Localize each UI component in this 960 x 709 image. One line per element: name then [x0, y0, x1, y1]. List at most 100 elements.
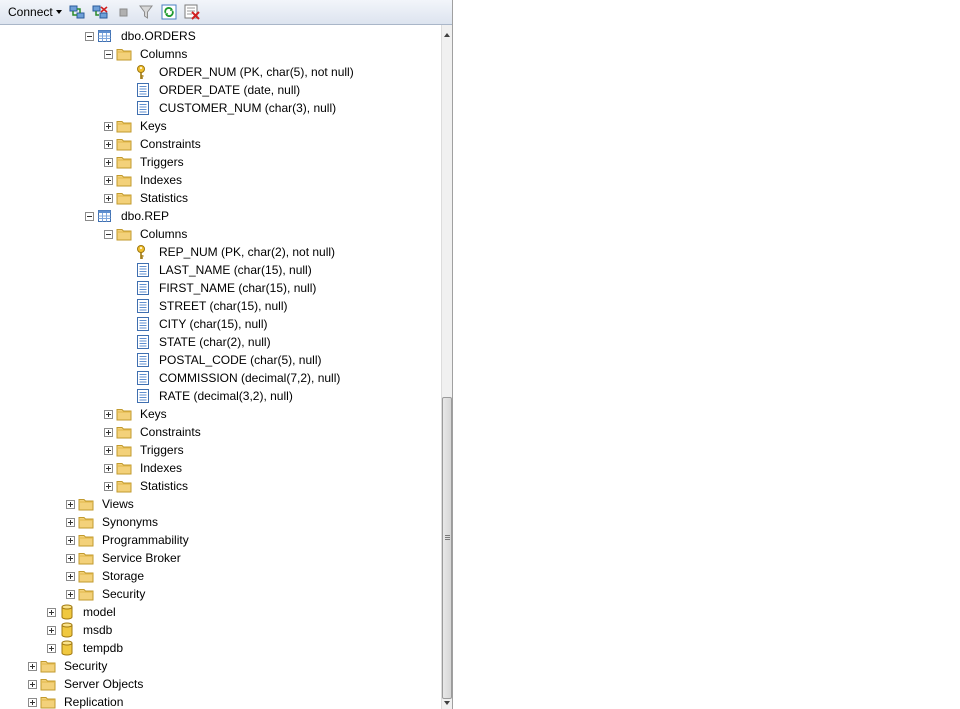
tree-node[interactable]: Views [0, 495, 440, 513]
vertical-scrollbar[interactable] [441, 25, 452, 709]
tree-node[interactable]: LAST_NAME (char(15), null) [0, 261, 440, 279]
tree-node[interactable]: dbo.ORDERS [0, 27, 440, 45]
tree-node[interactable]: Synonyms [0, 513, 440, 531]
folder-icon [78, 586, 94, 602]
tree-node[interactable]: Triggers [0, 441, 440, 459]
refresh-icon[interactable] [160, 3, 179, 22]
collapse-minus-icon[interactable] [104, 230, 113, 239]
tree-node-label: Statistics [140, 479, 189, 493]
collapse-minus-icon[interactable] [104, 50, 113, 59]
folder-icon [116, 424, 132, 440]
tree-node[interactable]: Columns [0, 225, 440, 243]
tree-node[interactable]: ORDER_DATE (date, null) [0, 81, 440, 99]
tree-node[interactable]: Server Objects [0, 675, 440, 693]
tree-node-label: Views [102, 497, 134, 511]
expand-plus-icon[interactable] [104, 176, 113, 185]
tree-node-label: STREET (char(15), null) [159, 299, 288, 313]
tree-node[interactable]: Constraints [0, 135, 440, 153]
tree-node[interactable]: Programmability [0, 531, 440, 549]
collapse-minus-icon[interactable] [85, 32, 94, 41]
expand-plus-icon[interactable] [47, 626, 56, 635]
expand-plus-icon[interactable] [104, 140, 113, 149]
column-icon [135, 334, 151, 350]
database-icon [59, 622, 75, 638]
tree-node-label: RATE (decimal(3,2), null) [159, 389, 293, 403]
tree-node[interactable]: Keys [0, 117, 440, 135]
expand-plus-icon[interactable] [66, 554, 75, 563]
folder-icon [116, 118, 132, 134]
tree-node[interactable]: STREET (char(15), null) [0, 297, 440, 315]
tree-node-label: ORDER_DATE (date, null) [159, 83, 301, 97]
expand-plus-icon[interactable] [104, 122, 113, 131]
tree-node[interactable]: Indexes [0, 171, 440, 189]
close-connection-icon[interactable] [183, 3, 202, 22]
tree-node[interactable]: Replication [0, 693, 440, 709]
tree-node-label: Server Objects [64, 677, 144, 691]
tree-node-label: Service Broker [102, 551, 181, 565]
expand-plus-icon[interactable] [104, 446, 113, 455]
tree-node[interactable]: model [0, 603, 440, 621]
expand-plus-icon[interactable] [66, 572, 75, 581]
tree-node[interactable]: ORDER_NUM (PK, char(5), not null) [0, 63, 440, 81]
tree-node[interactable]: Statistics [0, 477, 440, 495]
stop-icon[interactable] [114, 3, 133, 22]
expand-plus-icon[interactable] [66, 536, 75, 545]
tree-node[interactable]: msdb [0, 621, 440, 639]
key-icon [135, 64, 151, 80]
collapse-minus-icon[interactable] [85, 212, 94, 221]
tree-node[interactable]: FIRST_NAME (char(15), null) [0, 279, 440, 297]
database-icon [59, 640, 75, 656]
expand-plus-icon[interactable] [28, 680, 37, 689]
tree-node[interactable]: Indexes [0, 459, 440, 477]
tree-node[interactable]: Columns [0, 45, 440, 63]
column-icon [135, 370, 151, 386]
tree-node[interactable]: tempdb [0, 639, 440, 657]
expand-plus-icon[interactable] [28, 698, 37, 707]
tree-node[interactable]: Statistics [0, 189, 440, 207]
disconnect-icon[interactable] [91, 3, 110, 22]
tree-node-label: dbo.REP [121, 209, 170, 223]
tree-node[interactable]: RATE (decimal(3,2), null) [0, 387, 440, 405]
expand-plus-icon[interactable] [66, 500, 75, 509]
expand-plus-icon[interactable] [104, 428, 113, 437]
tree-node[interactable]: Constraints [0, 423, 440, 441]
folder-icon [78, 568, 94, 584]
expand-plus-icon[interactable] [28, 662, 37, 671]
connect-object-explorer-icon[interactable] [68, 3, 87, 22]
tree-node[interactable]: CITY (char(15), null) [0, 315, 440, 333]
tree-node[interactable]: POSTAL_CODE (char(5), null) [0, 351, 440, 369]
dropdown-arrow-icon [55, 10, 62, 14]
tree-node[interactable]: REP_NUM (PK, char(2), not null) [0, 243, 440, 261]
tree-node[interactable]: Triggers [0, 153, 440, 171]
tree-node[interactable]: Keys [0, 405, 440, 423]
tree-node[interactable]: CUSTOMER_NUM (char(3), null) [0, 99, 440, 117]
expand-plus-icon[interactable] [66, 590, 75, 599]
expand-plus-icon[interactable] [104, 410, 113, 419]
tree-node[interactable]: COMMISSION (decimal(7,2), null) [0, 369, 440, 387]
expand-plus-icon[interactable] [104, 464, 113, 473]
tree-node-label: Constraints [140, 425, 201, 439]
tree-node[interactable]: Security [0, 585, 440, 603]
connect-dropdown-button[interactable]: Connect [6, 1, 64, 23]
column-icon [135, 388, 151, 404]
folder-icon [116, 406, 132, 422]
tree-node-label: Security [64, 659, 108, 673]
expand-plus-icon[interactable] [47, 608, 56, 617]
expand-plus-icon[interactable] [104, 482, 113, 491]
tree-node[interactable]: Security [0, 657, 440, 675]
tree-node-label: Synonyms [102, 515, 159, 529]
scroll-up-arrow-icon[interactable] [444, 33, 450, 37]
expand-plus-icon[interactable] [66, 518, 75, 527]
folder-icon [116, 478, 132, 494]
filter-icon[interactable] [137, 3, 156, 22]
tree-node[interactable]: Service Broker [0, 549, 440, 567]
folder-icon [116, 46, 132, 62]
tree-node[interactable]: Storage [0, 567, 440, 585]
expand-plus-icon[interactable] [104, 158, 113, 167]
scrollbar-thumb[interactable] [442, 397, 452, 699]
scroll-down-arrow-icon[interactable] [444, 701, 450, 705]
tree-node[interactable]: STATE (char(2), null) [0, 333, 440, 351]
expand-plus-icon[interactable] [104, 194, 113, 203]
expand-plus-icon[interactable] [47, 644, 56, 653]
tree-node[interactable]: dbo.REP [0, 207, 440, 225]
